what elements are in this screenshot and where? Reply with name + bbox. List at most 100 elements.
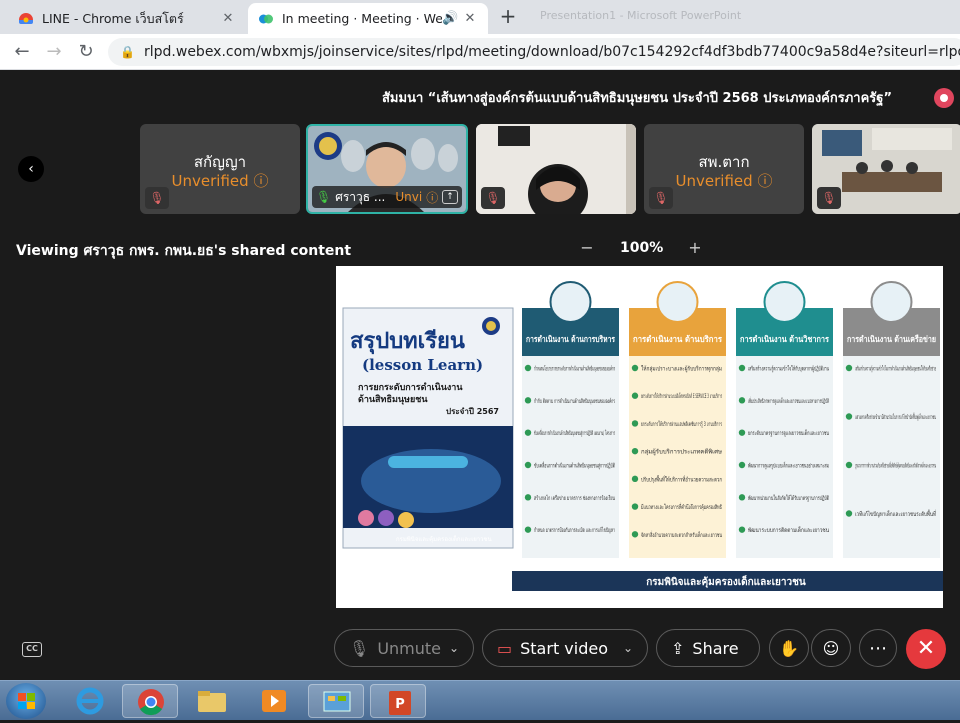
taskbar-internet-explorer[interactable] <box>62 684 118 718</box>
control-panel-icon <box>323 691 351 712</box>
participant-tile[interactable]: 🎙 <box>476 124 636 214</box>
meeting-title: สัมมนา “เส้นทางสู่องค์กรต้นแบบด้านสิทธิม… <box>382 91 892 106</box>
shared-content-slide: สรุปบทเรียน (lesson Learn) การยกระดับการ… <box>336 266 943 608</box>
svg-text:P: P <box>395 697 405 712</box>
lesson-learned-poster: สรุปบทเรียน (lesson Learn) การยกระดับการ… <box>342 307 514 549</box>
slide-infographic: สรุปบทเรียน (lesson Learn) การยกระดับการ… <box>336 266 943 608</box>
column-item: ให้กลุ่มเปราะบางและผู้รับบริการทุกกลุ่ม <box>641 365 722 373</box>
column-item: พัฒนาการดูแลรูปแบบเด็กและเยาวชนอย่างเหมา… <box>748 461 829 470</box>
check-icon <box>524 494 532 501</box>
check-icon <box>524 397 532 404</box>
slide-column: การดำเนินงาน ด้านบริการให้กลุ่มเปราะบางแ… <box>629 281 726 558</box>
reactions-button[interactable]: ☺ <box>811 629 851 667</box>
folder-icon <box>198 691 226 712</box>
info-icon: ⓘ <box>426 190 439 205</box>
new-tab-button[interactable]: + <box>494 5 522 29</box>
webex-icon <box>259 14 273 23</box>
check-icon <box>738 494 746 501</box>
column-header: การดำเนินงาน ด้านการบริหาร <box>526 334 615 345</box>
column-item: ยกระดับการให้บริการผ่านระบบอิเล็กทรอนิกส… <box>641 391 722 400</box>
lock-icon: 🔒 <box>120 45 135 59</box>
browser-tab-line[interactable]: LINE - Chrome เว็บสโตร์ ✕ <box>8 3 246 34</box>
check-icon <box>738 397 746 404</box>
forward-icon[interactable]: → <box>42 40 66 64</box>
column-item: กำหนดนโยบายการยกระดับการดำเนินงานด้านสิท… <box>534 365 615 373</box>
mic-muted-icon: 🎙 <box>349 638 370 658</box>
leave-meeting-button[interactable]: ✕ <box>906 629 946 669</box>
unmute-label: Unmute <box>377 638 442 658</box>
close-tab-icon[interactable]: ✕ <box>462 11 478 26</box>
column-item: เสริมสร้างความรู้ความเข้าใจในการดำเนินงา… <box>855 365 936 373</box>
start-video-label: Start video <box>520 638 608 658</box>
chevron-down-icon[interactable]: ⌄ <box>623 641 633 655</box>
recording-icon[interactable] <box>934 88 954 108</box>
taskbar-media-player[interactable] <box>246 684 302 718</box>
check-icon <box>738 461 746 469</box>
check-icon <box>524 429 532 436</box>
participant-status: Unvi <box>395 190 423 204</box>
reload-icon[interactable]: ↻ <box>74 40 98 64</box>
video-off-icon: ▭ <box>497 638 513 658</box>
column-item: เพิ่มประสิทธิภาพการดูแลเด็กและเยาวชนและแ… <box>748 396 829 405</box>
share-button[interactable]: ⇪ Share <box>656 629 760 667</box>
check-icon <box>738 429 746 436</box>
column-item: เสริมสร้างความรู้ความเข้าใจให้กับบุคลากร… <box>748 365 829 373</box>
mic-muted-icon: 🎙 <box>649 187 673 209</box>
smiley-icon: ☺ <box>822 638 840 658</box>
meeting-view: สัมมนา “เส้นทางสู่องค์กรต้นแบบด้านสิทธิม… <box>0 70 960 680</box>
url-text: rlpd.webex.com/wbxmjs/joinservice/sites/… <box>144 44 960 60</box>
mic-on-icon: 🎙 <box>316 190 332 204</box>
poster-line2: ด้านสิทธิมนุษยชน <box>358 394 428 405</box>
taskbar-control-panel[interactable] <box>308 684 364 718</box>
browser-tab-bar: LINE - Chrome เว็บสโตร์ ✕ In meeting · M… <box>0 0 960 34</box>
column-item: ยกระดับการให้บริการผ่านแอปพลิเคชันการรู้… <box>641 420 722 428</box>
column-item: บูรณาการการทำงานร่วมกับเครือข่ายเพื่อพิท… <box>855 461 936 470</box>
zoom-in-button[interactable]: + <box>686 238 704 257</box>
participant-tile[interactable]: 🎙 <box>812 124 960 214</box>
more-icon: ⋯ <box>869 637 887 659</box>
chevron-down-icon[interactable]: ⌄ <box>449 641 459 655</box>
hand-icon: ✋ <box>779 638 799 658</box>
tab-audio-icon[interactable]: 🔊 <box>442 11 458 26</box>
viewing-shared-content-label: Viewing ศราวุธ กพร. กพน.ยธ's shared cont… <box>16 243 352 259</box>
back-icon[interactable]: ← <box>10 40 34 64</box>
address-bar[interactable]: 🔒 rlpd.webex.com/wbxmjs/joinservice/site… <box>108 38 960 66</box>
browser-tab-webex[interactable]: In meeting · Meeting · Webex 🔊 ✕ <box>248 3 488 34</box>
column-item: กำกับ ติดตาม การดำเนินงานด้านสิทธิมนุษยช… <box>534 397 615 405</box>
check-icon <box>631 475 639 483</box>
windows-logo-icon <box>18 693 35 709</box>
close-tab-icon[interactable]: ✕ <box>220 11 236 26</box>
start-video-button[interactable]: ▭ Start video ⌄ <box>482 629 648 667</box>
check-icon <box>845 510 853 517</box>
mic-muted-icon: 🎙 <box>817 187 841 209</box>
zoom-out-button[interactable]: − <box>578 238 596 257</box>
poster-year: ประจำปี 2567 <box>446 406 499 416</box>
taskbar-file-explorer[interactable] <box>184 684 240 718</box>
check-icon <box>738 364 746 372</box>
column-illustration-icon <box>549 281 592 323</box>
tab-title: In meeting · Meeting · Webex <box>282 11 442 26</box>
taskbar-powerpoint[interactable]: P <box>370 684 426 718</box>
check-icon <box>631 392 639 399</box>
previous-participants-button[interactable]: ‹ <box>18 156 44 182</box>
column-item: จัดหาสิ่งอำนวยความสะดวกสำหรับเด็กและเยาว… <box>641 530 722 539</box>
check-icon <box>738 526 746 533</box>
browser-toolbar: ← → ↻ 🔒 rlpd.webex.com/wbxmjs/joinservic… <box>0 34 960 70</box>
mic-muted-icon: 🎙 <box>145 187 169 209</box>
column-illustration-icon <box>763 281 806 323</box>
check-icon <box>631 420 639 427</box>
participant-tile[interactable]: สพ.ตาก Unverified ⓘ 🎙 <box>644 124 804 214</box>
start-button[interactable] <box>6 683 46 719</box>
check-icon <box>631 447 639 455</box>
participant-tile-active-speaker[interactable]: 🎙 ศราวุธ ... Unvi ⓘ ↑ <box>306 124 468 214</box>
taskbar-chrome[interactable] <box>122 684 178 718</box>
background-window-title: Presentation1 - Microsoft PowerPoint <box>540 9 742 22</box>
participant-label-bar: 🎙 ศราวุธ ... Unvi ⓘ ↑ <box>312 186 462 208</box>
raise-hand-button[interactable]: ✋ <box>769 629 809 667</box>
unmute-button[interactable]: 🎙 Unmute ⌄ <box>334 629 474 667</box>
participant-tile[interactable]: สกัญญา Unverified ⓘ 🎙 <box>140 124 300 214</box>
column-item: พัฒนาหน่วยงานในสังกัดให้ได้รับมาตรฐานการ… <box>748 494 829 502</box>
check-icon <box>631 503 639 510</box>
closed-captions-icon[interactable]: CC <box>22 642 42 657</box>
more-options-button[interactable]: ⋯ <box>859 629 897 667</box>
